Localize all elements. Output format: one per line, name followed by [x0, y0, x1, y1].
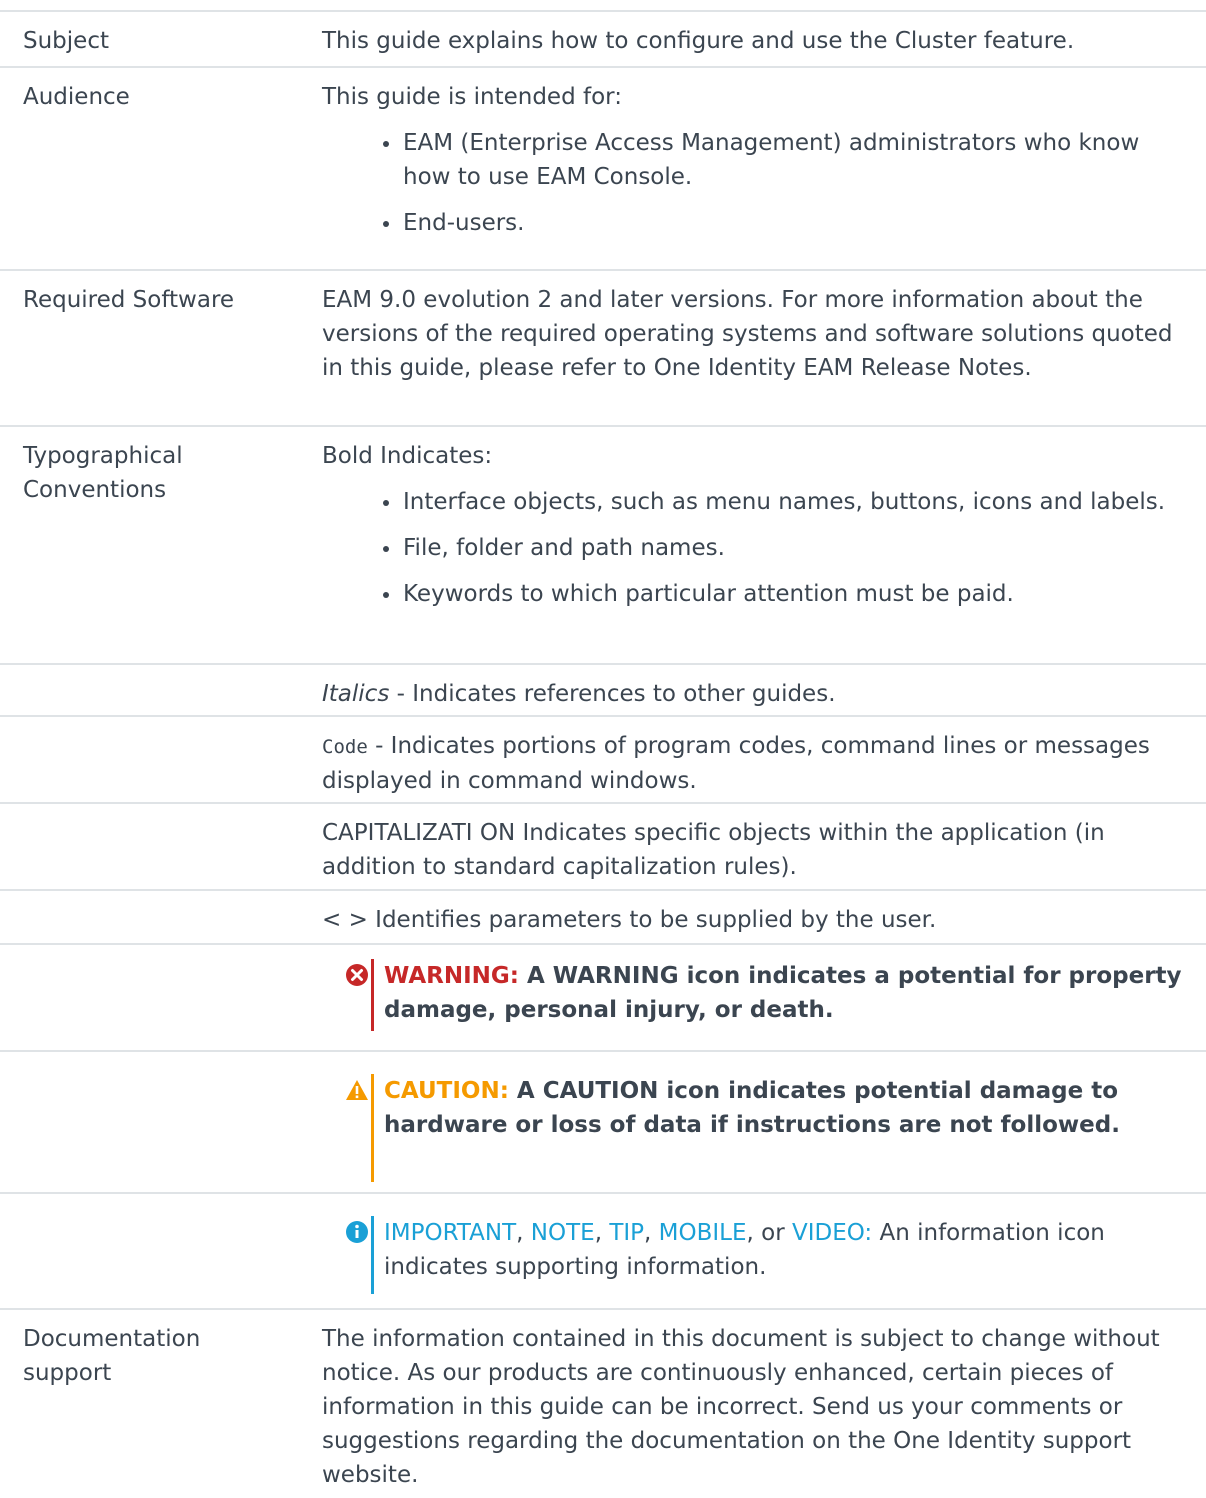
warning-label: WARNING: [384, 963, 519, 989]
label-typographical: Typographical Conventions [23, 443, 183, 503]
list-item: EAM (Enterprise Access Management) admin… [379, 126, 1186, 194]
conventions-table: Subject This guide explains how to confi… [0, 10, 1206, 1498]
required-software-text: EAM 9.0 evolution 2 and later versions. … [322, 287, 1173, 381]
bold-intro: Bold Indicates: [322, 443, 493, 469]
italics-term: Italics [322, 681, 390, 707]
row-italics: Italics - Indicates references to other … [0, 663, 1206, 715]
row-required-software: Required Software EAM 9.0 evolution 2 an… [0, 269, 1206, 425]
row-caution: CAUTION: A CAUTION icon indicates potent… [0, 1050, 1206, 1192]
list-item: Keywords to which particular attention m… [379, 577, 1186, 611]
warning-triangle-icon [345, 1074, 371, 1182]
info-label-important: IMPORTANT [384, 1220, 517, 1246]
italics-text: - Indicates references to other guides. [389, 681, 836, 707]
list-item: File, folder and path names. [379, 531, 1186, 565]
bold-list: Interface objects, such as menu names, b… [322, 485, 1186, 611]
info-label-mobile: MOBILE [658, 1220, 747, 1246]
row-audience: Audience This guide is intended for: EAM… [0, 66, 1206, 269]
info-label-tip: TIP [609, 1220, 645, 1246]
code-term: Code [322, 736, 368, 758]
audience-intro: This guide is intended for: [322, 84, 622, 110]
row-parameters: < > Identifies parameters to be supplied… [0, 889, 1206, 943]
caution-note: CAUTION: A CAUTION icon indicates potent… [322, 1074, 1186, 1182]
row-typographical: Typographical Conventions Bold Indicates… [0, 425, 1206, 663]
info-note: IMPORTANT, NOTE, TIP, MOBILE, or VIDEO: … [322, 1216, 1186, 1294]
warning-note: WARNING: A WARNING icon indicates a pote… [322, 959, 1186, 1031]
code-text: - Indicates portions of program codes, c… [322, 733, 1150, 794]
capitalization-text: CAPITALIZATI ON Indicates specific objec… [322, 820, 1105, 880]
row-info: IMPORTANT, NOTE, TIP, MOBILE, or VIDEO: … [0, 1192, 1206, 1308]
label-subject: Subject [23, 28, 109, 54]
row-documentation-support: Documentation support The information co… [0, 1308, 1206, 1498]
documentation-support-text: The information contained in this docume… [322, 1326, 1160, 1488]
parameters-text: < > Identifies parameters to be supplied… [322, 907, 937, 933]
audience-list: EAM (Enterprise Access Management) admin… [322, 126, 1186, 240]
info-label-video: VIDEO: [791, 1220, 873, 1246]
error-circle-icon [345, 959, 371, 1031]
list-item: End-users. [379, 206, 1186, 240]
caution-label: CAUTION: [384, 1078, 509, 1104]
label-required-software: Required Software [23, 287, 235, 313]
subject-text: This guide explains how to configure and… [322, 28, 1075, 54]
row-capitalization: CAPITALIZATI ON Indicates specific objec… [0, 802, 1206, 889]
list-item: Interface objects, such as menu names, b… [379, 485, 1186, 519]
row-warning: WARNING: A WARNING icon indicates a pote… [0, 943, 1206, 1050]
label-documentation-support: Documentation support [23, 1326, 201, 1386]
info-label-note: NOTE [530, 1220, 595, 1246]
row-code: Code - Indicates portions of program cod… [0, 715, 1206, 802]
label-audience: Audience [23, 84, 130, 110]
row-subject: Subject This guide explains how to confi… [0, 10, 1206, 66]
info-circle-icon [345, 1216, 371, 1294]
